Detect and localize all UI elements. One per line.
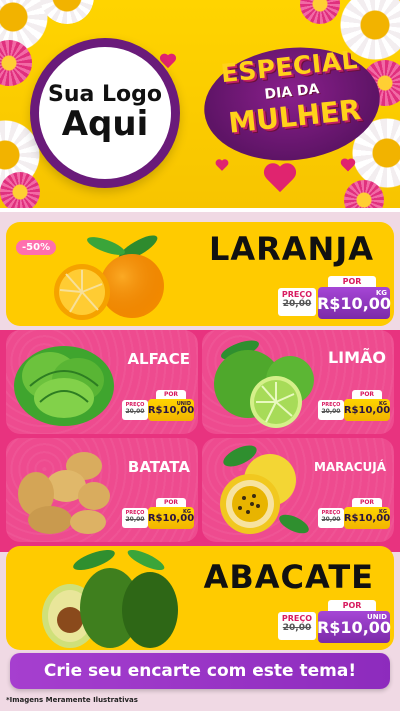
old-price-box: PREÇO 20,00: [318, 508, 344, 528]
old-price: 20,00: [321, 516, 341, 523]
por-label: POR: [352, 498, 382, 507]
header-banner: Sua Logo Aqui ESPECIAL DIA DA MULHER: [0, 0, 400, 210]
daisy-flower-decoration: [40, 0, 94, 24]
heart-icon: [262, 164, 298, 196]
unit-label: KG: [375, 289, 387, 297]
por-label: POR: [156, 498, 186, 507]
unit-label: UNID: [367, 613, 387, 621]
lime-image: [214, 340, 314, 428]
price-tag: POR PREÇO 20,00 R$10,00 KG: [122, 498, 194, 534]
price-tag: POR PREÇO 20,00 R$10,00 KG: [318, 498, 390, 534]
disclaimer-note: *Imagens Meramente Ilustrativas: [6, 696, 138, 704]
price-tag: POR PREÇO 20,00 R$10,00 KG: [318, 390, 390, 426]
logo-line-2: Aqui: [61, 104, 149, 145]
unit-label: UNID: [176, 401, 191, 407]
new-price: R$10,00 UNID: [148, 399, 194, 421]
old-price-box: PREÇO 20,00: [122, 400, 148, 420]
lettuce-image: [14, 346, 114, 426]
new-price: R$10,00 KG: [344, 507, 390, 529]
orange-fruit-image: [54, 235, 164, 320]
unit-label: KG: [183, 509, 191, 515]
new-price: R$10,00 KG: [344, 399, 390, 421]
potato-image: [18, 452, 110, 534]
old-price-box: PREÇO 20,00: [278, 288, 316, 316]
cta-label: Crie seu encarte com este tema!: [43, 661, 357, 681]
old-price: 20,00: [282, 299, 312, 309]
preco-label: PREÇO: [281, 614, 313, 623]
old-price-box: PREÇO 20,00: [318, 400, 344, 420]
product-name: LIMÃO: [327, 348, 386, 367]
product-card-batata[interactable]: BATATA POR PREÇO 20,00 R$10,00 KG: [6, 438, 198, 542]
product-name: LARANJA: [208, 230, 374, 268]
product-card-laranja[interactable]: -50% LARANJA POR PREÇO 20,00 R$10,00 KG: [6, 222, 394, 326]
price-tag: POR PREÇO 20,00 R$10,00 UNID: [122, 390, 194, 426]
preco-label: PREÇO: [281, 290, 313, 299]
avocado-image: [42, 550, 178, 648]
product-name: BATATA: [127, 458, 190, 476]
pink-flower-decoration: [0, 172, 40, 210]
pink-flower-decoration: [300, 0, 340, 24]
por-label: POR: [328, 276, 376, 287]
new-price: R$10,00 UNID: [317, 611, 391, 643]
special-day-badge: ESPECIAL DIA DA MULHER: [198, 39, 386, 169]
old-price-box: PREÇO 20,00: [122, 508, 148, 528]
old-price: 20,00: [282, 623, 312, 633]
por-label: POR: [156, 390, 186, 399]
passion-fruit-image: [220, 445, 309, 534]
unit-label: KG: [379, 401, 387, 407]
product-card-maracuja[interactable]: MARACUJÁ POR PREÇO 20,00 R$10,00 KG: [202, 438, 394, 542]
unit-label: KG: [379, 509, 387, 515]
price-tag: POR PREÇO 20,00 R$10,00 KG: [278, 276, 391, 320]
logo-placeholder[interactable]: Sua Logo Aqui: [30, 38, 180, 188]
new-price: R$10,00 KG: [148, 507, 194, 529]
old-price: 20,00: [125, 516, 145, 523]
product-card-alface[interactable]: ALFACE POR PREÇO 20,00 R$10,00 UNID: [6, 330, 198, 434]
product-name: ABACATE: [203, 558, 374, 596]
product-name: MARACUJÁ: [313, 460, 386, 474]
product-card-limao[interactable]: LIMÃO POR PREÇO 20,00 R$10,00 KG: [202, 330, 394, 434]
create-flyer-button[interactable]: Crie seu encarte com este tema!: [10, 653, 390, 689]
por-label: POR: [328, 600, 376, 611]
product-name: ALFACE: [127, 350, 190, 368]
old-price-box: PREÇO 20,00: [278, 612, 316, 640]
product-card-abacate[interactable]: ABACATE POR PREÇO 20,00 R$10,00 UNID: [6, 546, 394, 650]
old-price: 20,00: [321, 408, 341, 415]
new-price: R$10,00 KG: [317, 287, 391, 319]
price-tag: POR PREÇO 20,00 R$10,00 UNID: [278, 600, 391, 644]
por-label: POR: [352, 390, 382, 399]
old-price: 20,00: [125, 408, 145, 415]
